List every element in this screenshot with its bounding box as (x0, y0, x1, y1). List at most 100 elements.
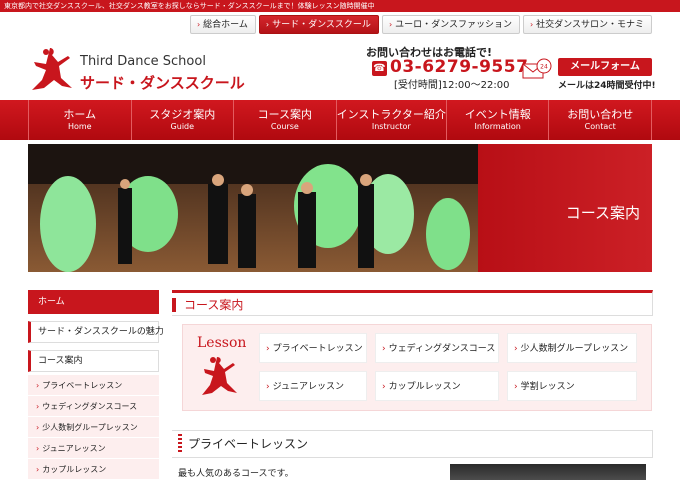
lesson-link-group[interactable]: › 少人数制グループレッスン (507, 333, 637, 363)
private-lesson-section: プライベートレッスン 最も人気のあるコースです。 (172, 430, 653, 480)
sidebar-subitem-couple[interactable]: › カップルレッスン (28, 459, 159, 480)
private-lesson-title: プライベートレッスン (188, 437, 309, 451)
site-link-euro-dance-fashion[interactable]: › ユーロ・ダンスファッション (381, 15, 520, 34)
lesson-grid: › プライベートレッスン › ウェディングダンスコース › 少人数制グループレッスン … (259, 333, 643, 401)
nav-information[interactable]: イベント情報 Information (445, 100, 549, 140)
sidebar-subitem-group[interactable]: › 少人数制グループレッスン (28, 417, 159, 438)
top-banner-text: 東京都内で社交ダンススクール、社交ダンス教室をお探しならサード・ダンススクールま… (4, 2, 375, 10)
site-link-label: ユーロ・ダンスファッション (395, 20, 512, 30)
ballroom-dancers-photo (28, 144, 478, 272)
nav-label-en: Information (474, 122, 521, 131)
sidebar-home[interactable]: ホーム (28, 290, 159, 314)
site-link-dance-salon-monami[interactable]: › 社交ダンスサロン・モナミ (522, 15, 652, 34)
lesson-link-couple[interactable]: › カップルレッスン (375, 371, 499, 401)
chevron-right-icon: › (36, 444, 40, 453)
hero-title: コース案内 (565, 204, 640, 222)
sidebar-subitem-junior[interactable]: › ジュニアレッスン (28, 438, 159, 459)
nav-label-en: Home (67, 122, 92, 131)
section-heading: コース案内 (172, 290, 653, 316)
lesson-link-label: ウェディングダンスコース (388, 344, 496, 354)
chevron-right-icon: › (196, 20, 201, 29)
sidebar-subitem-label: ウェディングダンスコース (42, 402, 138, 411)
chevron-right-icon: › (36, 423, 40, 432)
dancers-icon (202, 357, 237, 395)
top-banner: 東京都内で社交ダンススクール、社交ダンス教室をお探しならサード・ダンススクールま… (0, 0, 680, 12)
nav-label-jp: イベント情報 (464, 108, 531, 121)
lesson-link-junior[interactable]: › ジュニアレッスン (259, 371, 367, 401)
nav-label-jp: インストラクター紹介 (336, 108, 446, 121)
contact-block: お問い合わせはお電話で! ☎ 03-6279-9557 [受付時間]12:00〜… (366, 44, 666, 94)
lesson-link-wedding[interactable]: › ウェディングダンスコース (375, 333, 499, 363)
sidebar-subitem-label: プライベートレッスン (42, 381, 123, 390)
nav-label-jp: スタジオ案内 (149, 108, 216, 121)
logo-english-name: Third Dance School (80, 54, 206, 69)
hero-banner: コース案内 (28, 144, 652, 272)
private-lesson-heading: プライベートレッスン (172, 430, 653, 458)
phone-number[interactable]: 03-6279-9557 (390, 57, 528, 77)
sidebar-subitem-label: 少人数制グループレッスン (42, 423, 138, 432)
chevron-right-icon: › (382, 344, 386, 354)
site-link-general-home[interactable]: › 総合ホーム (189, 15, 256, 34)
nav-label-en: Guide (170, 122, 195, 131)
nav-instructor[interactable]: インストラクター紹介 Instructor (335, 100, 446, 140)
chevron-right-icon: › (266, 382, 270, 392)
chevron-right-icon: › (382, 382, 386, 392)
chevron-right-icon: › (514, 382, 518, 392)
site-link-label: 社交ダンスサロン・モナミ (536, 20, 644, 30)
lesson-label: Lesson (197, 335, 247, 351)
section-title: コース案内 (184, 298, 244, 312)
site-switcher-nav: › 総合ホーム › サード・ダンススクール › ユーロ・ダンスファッション › 社交ダン… (189, 15, 652, 34)
dancers-logo-icon (32, 48, 72, 90)
nav-label-jp: ホーム (63, 108, 97, 121)
chevron-right-icon: › (388, 20, 393, 29)
sidebar-subitem-wedding[interactable]: › ウェディングダンスコース (28, 396, 159, 417)
sidebar-item-appeal[interactable]: サード・ダンススクールの魅力 (28, 321, 164, 343)
mail-form-button[interactable]: メールフォーム (558, 58, 652, 76)
chevron-right-icon: › (36, 402, 40, 411)
chevron-right-icon: › (265, 20, 270, 29)
sidebar-subitem-label: ジュニアレッスン (42, 444, 106, 453)
phone-icon: ☎ (372, 61, 387, 76)
nav-contact[interactable]: お問い合わせ Contact (548, 100, 652, 140)
chevron-right-icon: › (529, 20, 534, 29)
hero-title-band: コース案内 (478, 144, 652, 272)
nav-home[interactable]: ホーム Home (28, 100, 131, 140)
lesson-menu: Lesson › プライベートレッスン › ウェディングダンスコース › 少人数制グル… (182, 324, 652, 411)
lesson-link-private[interactable]: › プライベートレッスン (259, 333, 367, 363)
logo-japanese-name: サード・ダンススクール (80, 74, 245, 92)
sidebar-item-course[interactable]: コース案内 (28, 350, 159, 372)
site-link-label: 総合ホーム (203, 20, 248, 30)
lesson-link-label: カップルレッスン (388, 382, 461, 392)
sidebar-subitem-private[interactable]: › プライベートレッスン (28, 375, 159, 396)
phone-hours: [受付時間]12:00〜22:00 (394, 80, 510, 91)
chevron-right-icon: › (36, 465, 40, 474)
lesson-link-label: ジュニアレッスン (272, 382, 344, 392)
sidebar-subitem-label: カップルレッスン (42, 465, 107, 474)
main-content: コース案内 Lesson › プライベートレッスン › ウェディングダンスコース ›… (172, 290, 653, 480)
private-lesson-text: 最も人気のあるコースです。 (178, 469, 294, 479)
sidebar-course-subitems: › プライベートレッスン › ウェディングダンスコース › 少人数制グループレッスン … (28, 375, 159, 480)
nav-label-en: Instructor (371, 122, 411, 131)
heading-dots (178, 434, 182, 454)
chevron-right-icon: › (36, 381, 40, 390)
private-lesson-photo (450, 464, 646, 480)
nav-label-jp: お問い合わせ (567, 108, 634, 121)
chevron-right-icon: › (266, 344, 270, 354)
mail-24h-icon: 24 (522, 58, 552, 79)
heading-bar (172, 298, 176, 312)
nav-label-en: Contact (584, 122, 616, 131)
mail-note: メールは24時間受付中! (558, 81, 656, 91)
mail-badge-text: 24 (540, 64, 548, 71)
lesson-link-label: 学割レッスン (520, 382, 575, 392)
main-nav: ホーム Home スタジオ案内 Guide コース案内 Course インストラ… (0, 100, 680, 140)
lesson-link-label: プライベートレッスン (272, 344, 363, 354)
lesson-link-student[interactable]: › 学割レッスン (507, 371, 637, 401)
nav-guide[interactable]: スタジオ案内 Guide (130, 100, 234, 140)
site-logo[interactable]: Third Dance School サード・ダンススクール (28, 44, 268, 94)
nav-course[interactable]: コース案内 Course (233, 100, 336, 140)
sidebar: ホーム サード・ダンススクールの魅力 コース案内 › プライベートレッスン › ウェ… (28, 290, 164, 480)
site-link-third-dance-school[interactable]: › サード・ダンススクール (258, 15, 379, 34)
nav-label-en: Course (270, 122, 299, 131)
site-link-label: サード・ダンススクール (272, 20, 371, 30)
nav-label-jp: コース案内 (257, 108, 313, 121)
